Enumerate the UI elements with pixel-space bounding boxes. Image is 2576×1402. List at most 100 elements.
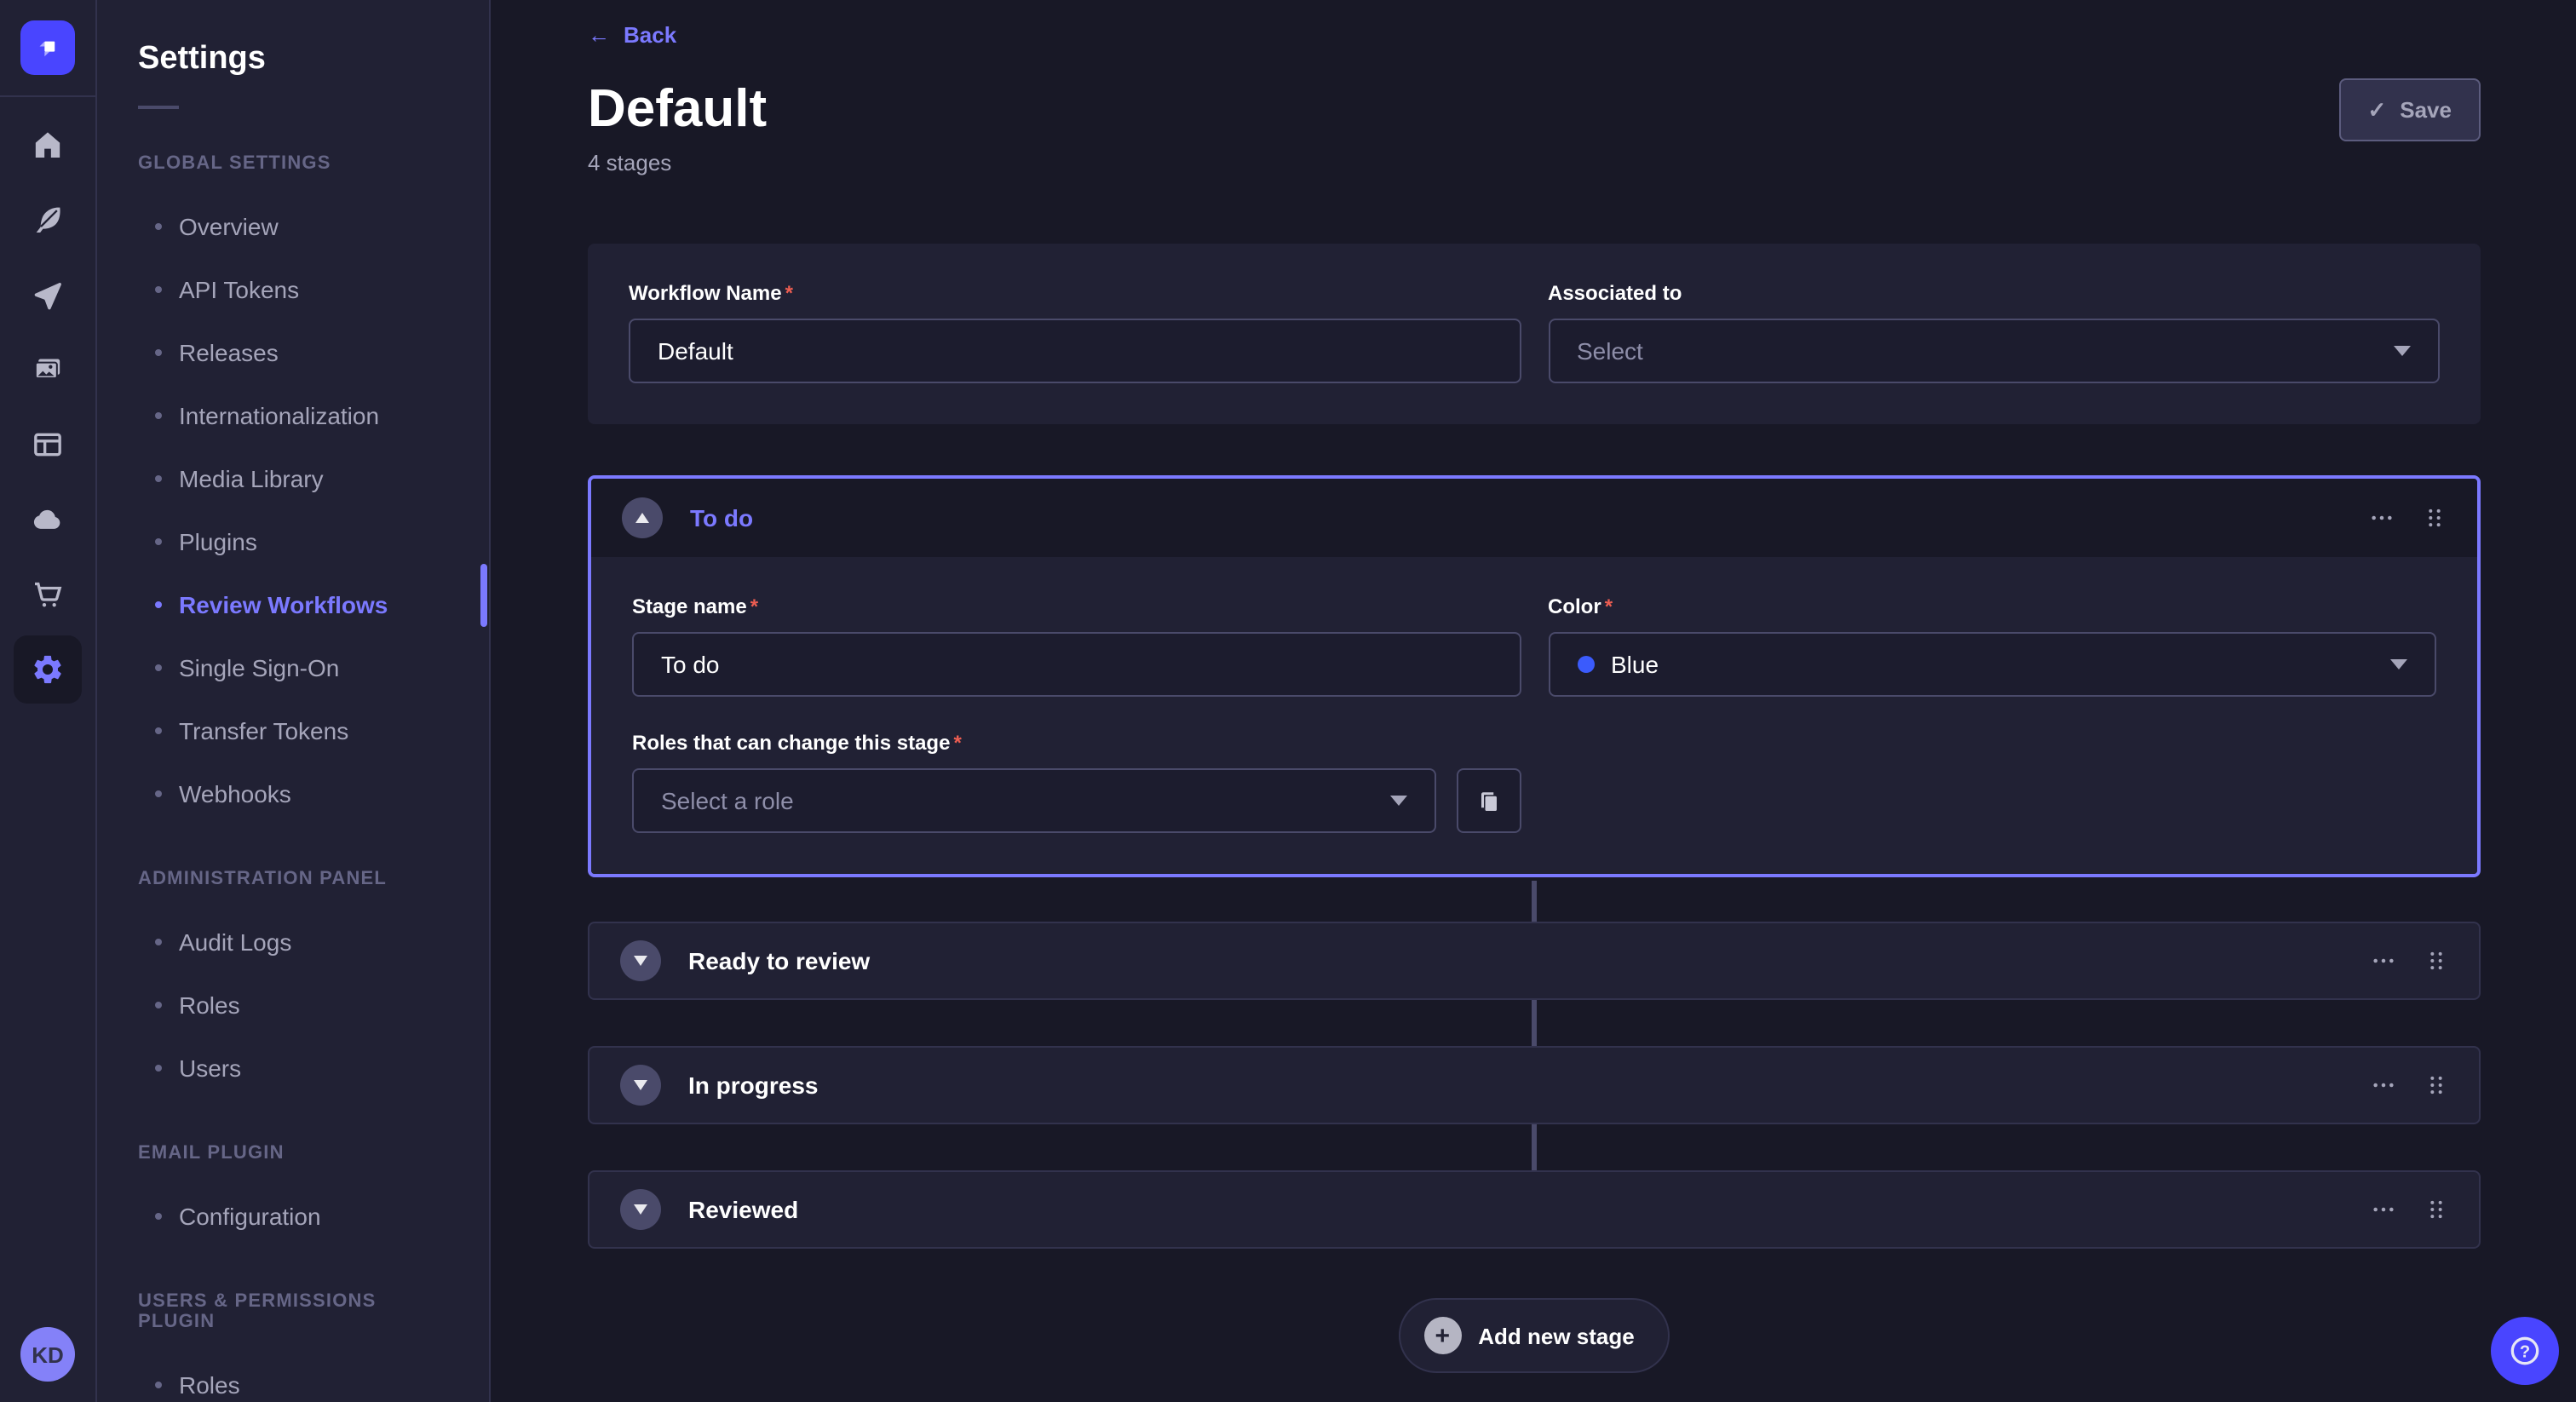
content-builder-feather-icon[interactable] [14, 186, 82, 254]
marketplace-cart-icon[interactable] [14, 560, 82, 629]
stage-color-select[interactable]: Blue [1548, 632, 2436, 697]
associated-to-label: Associated to [1548, 281, 2440, 305]
associated-to-field: Associated to Select [1548, 281, 2440, 383]
sidebar-item-label: Roles [179, 991, 240, 1018]
stage-more-options-icon[interactable] [2370, 1072, 2397, 1099]
required-asterisk: * [750, 595, 758, 618]
sidebar-item-internationalization[interactable]: Internationalization [97, 383, 489, 446]
user-avatar[interactable]: KD [20, 1327, 75, 1382]
sidebar-item-overview[interactable]: Overview [97, 194, 489, 257]
sidebar-item-label: Webhooks [179, 779, 291, 807]
bullet-icon [155, 222, 162, 229]
media-library-icon[interactable] [14, 336, 82, 404]
content-manager-layout-icon[interactable] [14, 411, 82, 479]
stage-roles-label: Roles that can change this stage* [632, 731, 1521, 755]
sidebar-item-api-tokens[interactable]: API Tokens [97, 257, 489, 320]
bullet-icon [155, 664, 162, 670]
save-label: Save [2400, 97, 2452, 123]
stage-roles-label-text: Roles that can change this stage [632, 731, 950, 755]
home-icon[interactable] [14, 111, 82, 179]
add-stage-label: Add new stage [1478, 1323, 1635, 1348]
stage-header-reviewed[interactable]: Reviewed [589, 1172, 2479, 1247]
stage-drag-handle-icon[interactable] [2424, 1196, 2448, 1223]
page-subtitle: 4 stages [588, 150, 767, 175]
section-label-global-settings: GLOBAL SETTINGS [138, 153, 448, 174]
stage-body-to-do: Stage name* Color* Blue [591, 557, 2477, 874]
sidebar-item-plugins[interactable]: Plugins [97, 509, 489, 572]
sidebar-item-audit-logs[interactable]: Audit Logs [97, 910, 489, 973]
svg-text:?: ? [2520, 1342, 2530, 1361]
required-asterisk: * [785, 281, 793, 305]
help-button[interactable]: ? [2491, 1317, 2559, 1385]
settings-gear-icon[interactable] [14, 635, 82, 704]
subnav-scrollbar-thumb[interactable] [480, 564, 487, 627]
workflow-form-card: Workflow Name* Associated to Select [588, 244, 2481, 424]
duplicate-roles-button[interactable] [1456, 768, 1521, 833]
stage-header-in-progress[interactable]: In progress [589, 1048, 2479, 1123]
back-arrow-icon: ← [588, 22, 610, 48]
stage-header-to-do[interactable]: To do [591, 479, 2477, 557]
sidebar-item-users[interactable]: Users [97, 1036, 489, 1099]
stage-card-ready-to-review: Ready to review [588, 922, 2481, 1000]
sidebar-item-label: Overview [179, 212, 279, 239]
sidebar-item-webhooks[interactable]: Webhooks [97, 761, 489, 825]
stage-card-to-do: To do Stage name* [588, 475, 2481, 877]
strapi-logo[interactable] [20, 20, 75, 75]
nav-list-users-permissions-plugin: Roles Providers [97, 1353, 489, 1402]
sidebar-item-releases[interactable]: Releases [97, 320, 489, 383]
stage-roles-select[interactable]: Select a role [632, 768, 1435, 833]
collapse-stage-button[interactable] [622, 497, 663, 538]
sidebar-item-configuration[interactable]: Configuration [97, 1184, 489, 1247]
bullet-icon [155, 790, 162, 796]
stage-roles-line: Select a role [632, 768, 1521, 833]
stage-drag-handle-icon[interactable] [2424, 947, 2448, 974]
stage-drag-handle-icon[interactable] [2423, 504, 2447, 531]
workflow-name-label: Workflow Name* [629, 281, 1521, 305]
bullet-icon [155, 1381, 162, 1388]
sidebar-item-label: Configuration [179, 1202, 321, 1229]
plus-icon: + [1423, 1317, 1461, 1354]
bullet-icon [155, 285, 162, 292]
add-new-stage-button[interactable]: + Add new stage [1398, 1298, 1670, 1373]
chevron-down-icon [1389, 796, 1406, 806]
stage-header-ready-to-review[interactable]: Ready to review [589, 923, 2479, 998]
sidebar-item-transfer-tokens[interactable]: Transfer Tokens [97, 698, 489, 761]
bullet-icon [155, 1001, 162, 1008]
stage-roles-placeholder: Select a role [661, 787, 794, 814]
chevron-down-icon [2390, 659, 2407, 669]
stage-drag-handle-icon[interactable] [2424, 1072, 2448, 1099]
expand-stage-button[interactable] [620, 1065, 661, 1106]
workflow-name-input[interactable] [629, 319, 1521, 383]
sidebar-item-media-library[interactable]: Media Library [97, 446, 489, 509]
sidebar-item-label: Releases [179, 338, 279, 365]
stage-fields-row: Stage name* Color* Blue [632, 595, 2436, 697]
stage-name-input[interactable] [632, 632, 1521, 697]
associated-to-select[interactable]: Select [1548, 319, 2440, 383]
bullet-icon [155, 938, 162, 945]
sidebar-item-label: Plugins [179, 527, 257, 554]
expand-stage-button[interactable] [620, 940, 661, 981]
expand-stage-button[interactable] [620, 1189, 661, 1230]
stage-color-field: Color* Blue [1548, 595, 2436, 697]
stage-card-reviewed: Reviewed [588, 1170, 2481, 1249]
sidebar-item-admin-roles[interactable]: Roles [97, 973, 489, 1036]
stage-roles-field: Roles that can change this stage* Select… [632, 731, 1521, 833]
send-paper-plane-icon[interactable] [14, 261, 82, 329]
subnav-divider [138, 106, 179, 109]
chevron-down-icon [634, 1204, 647, 1215]
stage-more-options-icon[interactable] [2370, 947, 2397, 974]
sidebar-item-up-roles[interactable]: Roles [97, 1353, 489, 1402]
sidebar-item-label: Users [179, 1054, 241, 1081]
color-dot-blue [1577, 656, 1594, 673]
save-button[interactable]: ✓ Save [2338, 78, 2481, 141]
sidebar-item-label: Single Sign-On [179, 653, 339, 681]
bullet-icon [155, 474, 162, 481]
back-link[interactable]: ← Back [588, 22, 676, 48]
rail-icon-list [14, 111, 82, 704]
stage-more-options-icon[interactable] [2368, 504, 2395, 531]
stage-more-options-icon[interactable] [2370, 1196, 2397, 1223]
cloud-icon[interactable] [14, 486, 82, 554]
stage-name-label-text: Stage name [632, 595, 747, 618]
sidebar-item-review-workflows[interactable]: Review Workflows [97, 572, 489, 635]
sidebar-item-single-sign-on[interactable]: Single Sign-On [97, 635, 489, 698]
